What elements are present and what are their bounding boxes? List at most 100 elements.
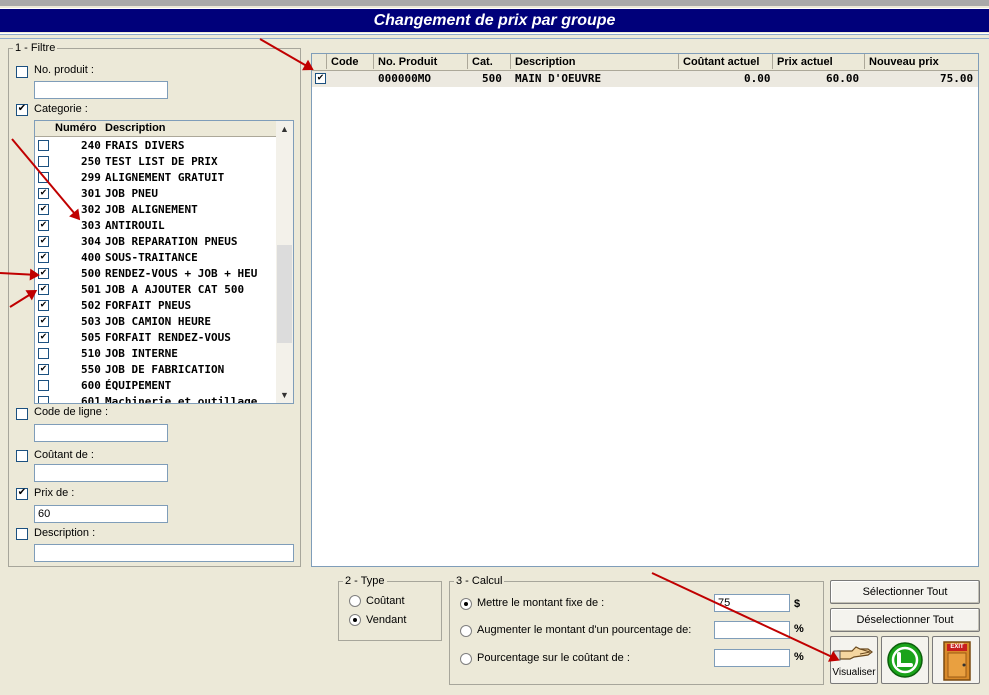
- list-item[interactable]: 304 JOB REPARATION PNEUS: [35, 234, 277, 250]
- category-number: 502: [81, 299, 101, 312]
- col-header-prix-actuel[interactable]: Prix actuel: [772, 54, 864, 69]
- description-input[interactable]: [34, 544, 294, 562]
- category-description: JOB A AJOUTER CAT 500: [105, 283, 245, 296]
- calcul-pourcentage-radio[interactable]: [460, 653, 472, 665]
- col-header-coutant-actuel[interactable]: Coûtant actuel: [678, 54, 772, 69]
- table-row[interactable]: 000000MO 500 MAIN D'OEUVRE 0.00 60.00 75…: [312, 71, 978, 87]
- col-header-numero[interactable]: Numéro: [55, 122, 97, 134]
- calcul-legend: 3 - Calcul: [456, 575, 503, 587]
- list-item[interactable]: 601 Machinerie et outillage: [35, 394, 277, 404]
- code-ligne-checkbox[interactable]: [16, 408, 28, 420]
- category-checkbox[interactable]: [38, 252, 49, 263]
- category-list-header: Numéro Description: [35, 121, 277, 137]
- row-select-checkbox[interactable]: [315, 73, 326, 84]
- category-checkbox[interactable]: [38, 364, 49, 375]
- category-checkbox[interactable]: [38, 316, 49, 327]
- cell-cat: 500: [482, 72, 502, 85]
- title-divider-2: [0, 38, 989, 39]
- list-item[interactable]: 510 JOB INTERNE: [35, 346, 277, 362]
- chevron-up-icon[interactable]: ▲: [276, 121, 293, 137]
- calcul-fixe-input[interactable]: 75: [714, 594, 790, 612]
- list-item[interactable]: 600 ÉQUIPEMENT: [35, 378, 277, 394]
- list-item[interactable]: 501 JOB A AJOUTER CAT 500: [35, 282, 277, 298]
- exit-button[interactable]: EXIT: [932, 636, 980, 684]
- list-item[interactable]: 500 RENDEZ-VOUS + JOB + HEU: [35, 266, 277, 282]
- list-item[interactable]: 550 JOB DE FABRICATION: [35, 362, 277, 378]
- col-header-no-produit[interactable]: No. Produit: [373, 54, 467, 69]
- product-grid[interactable]: Code No. Produit Cat. Description Coûtan…: [311, 53, 979, 567]
- category-checkbox[interactable]: [38, 204, 49, 215]
- list-item[interactable]: 299 ALIGNEMENT GRATUIT: [35, 170, 277, 186]
- list-item[interactable]: 400 SOUS-TRAITANCE: [35, 250, 277, 266]
- select-all-button[interactable]: Sélectionner Tout: [830, 580, 980, 604]
- category-checkbox[interactable]: [38, 332, 49, 343]
- prix-de-label: Prix de :: [34, 487, 75, 499]
- categorie-checkbox[interactable]: [16, 104, 28, 116]
- category-checkbox[interactable]: [38, 348, 49, 359]
- category-checkbox[interactable]: [38, 236, 49, 247]
- description-checkbox[interactable]: [16, 528, 28, 540]
- list-item[interactable]: 505 FORFAIT RENDEZ-VOUS: [35, 330, 277, 346]
- col-header-cat[interactable]: Cat.: [467, 54, 510, 69]
- deselect-all-button[interactable]: Déselectionner Tout: [830, 608, 980, 632]
- list-item[interactable]: 240 FRAIS DIVERS: [35, 138, 277, 154]
- type-coutant-radio[interactable]: [349, 595, 361, 607]
- cell-no-produit: 000000MO: [378, 72, 431, 85]
- scrollbar-thumb[interactable]: [277, 245, 292, 343]
- list-item[interactable]: 250 TEST LIST DE PRIX: [35, 154, 277, 170]
- calcul-fixe-radio[interactable]: [460, 598, 472, 610]
- list-item[interactable]: 503 JOB CAMION HEURE: [35, 314, 277, 330]
- category-checkbox[interactable]: [38, 300, 49, 311]
- list-item[interactable]: 502 FORFAIT PNEUS: [35, 298, 277, 314]
- category-checkbox[interactable]: [38, 220, 49, 231]
- category-number: 550: [81, 363, 101, 376]
- category-list[interactable]: Numéro Description 240 FRAIS DIVERS 250 TES…: [34, 120, 294, 404]
- category-number: 302: [81, 203, 101, 216]
- category-checkbox[interactable]: [38, 156, 49, 167]
- no-produit-label: No. produit :: [34, 64, 94, 76]
- category-description: JOB INTERNE: [105, 347, 178, 360]
- category-checkbox[interactable]: [38, 140, 49, 151]
- category-number: 240: [81, 139, 101, 152]
- filter-legend: 1 - Filtre: [15, 42, 56, 54]
- col-header-code[interactable]: Code: [326, 54, 374, 69]
- chevron-down-icon[interactable]: ▼: [276, 387, 293, 403]
- list-item[interactable]: 303 ANTIROUIL: [35, 218, 277, 234]
- category-description: RENDEZ-VOUS + JOB + HEU: [105, 267, 258, 280]
- product-grid-header: Code No. Produit Cat. Description Coûtan…: [312, 54, 978, 71]
- col-header-description[interactable]: Description: [105, 122, 166, 134]
- category-number: 304: [81, 235, 101, 248]
- calcul-pourcentage-unit: %: [794, 651, 804, 663]
- coutant-de-input[interactable]: [34, 464, 168, 482]
- col-header-nouveau-prix[interactable]: Nouveau prix: [864, 54, 978, 69]
- category-number: 601: [81, 395, 101, 404]
- category-number: 510: [81, 347, 101, 360]
- cell-prix-actuel: 60.00: [826, 72, 860, 85]
- category-number: 501: [81, 283, 101, 296]
- category-description: JOB REPARATION PNEUS: [105, 235, 238, 248]
- no-produit-checkbox[interactable]: [16, 66, 28, 78]
- calcul-fixe-unit: $: [794, 598, 801, 610]
- code-ligne-input[interactable]: [34, 424, 168, 442]
- code-ligne-label: Code de ligne :: [34, 406, 108, 418]
- category-number: 600: [81, 379, 101, 392]
- list-item[interactable]: 301 JOB PNEU: [35, 186, 277, 202]
- category-checkbox[interactable]: [38, 396, 49, 403]
- accept-button[interactable]: [881, 636, 929, 684]
- calcul-augmenter-radio[interactable]: [460, 625, 472, 637]
- coutant-de-checkbox[interactable]: [16, 450, 28, 462]
- calcul-pourcentage-input[interactable]: [714, 649, 790, 667]
- category-number: 250: [81, 155, 101, 168]
- col-header-description[interactable]: Description: [510, 54, 678, 69]
- exit-sign-label: EXIT: [950, 644, 964, 650]
- category-checkbox[interactable]: [38, 188, 49, 199]
- category-description: ÉQUIPEMENT: [105, 379, 172, 392]
- category-list-scrollbar[interactable]: ▲ ▼: [276, 121, 293, 403]
- prix-de-input[interactable]: 60: [34, 505, 168, 523]
- category-checkbox[interactable]: [38, 380, 49, 391]
- no-produit-input[interactable]: [34, 81, 168, 99]
- type-vendant-radio[interactable]: [349, 614, 361, 626]
- prix-de-checkbox[interactable]: [16, 488, 28, 500]
- description-label: Description :: [34, 527, 96, 539]
- category-description: FORFAIT RENDEZ-VOUS: [105, 331, 231, 344]
